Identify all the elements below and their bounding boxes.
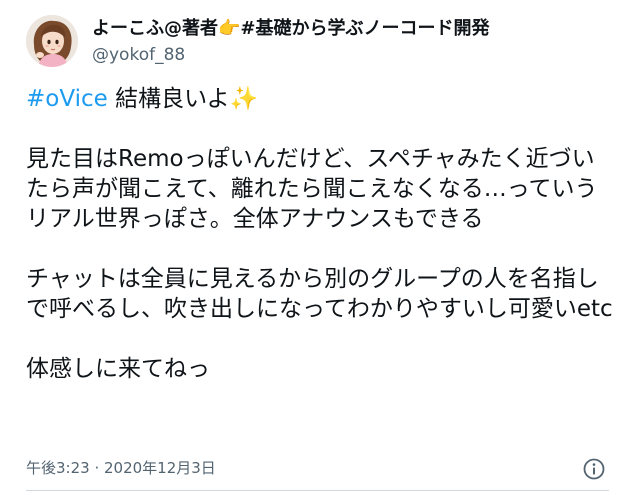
tweet-card: よーこふ@著者👉#基礎から学ぶノーコード開発 @yokof_88 #oVice …	[0, 0, 635, 495]
tweet-paragraph: チャットは全員に見えるから別のグループの人を名指しで呼べるし、吹き出しになってわ…	[26, 266, 613, 322]
info-circle-icon	[583, 458, 605, 480]
info-button[interactable]	[582, 457, 606, 481]
tweet-paragraph: 体感しに来てねっ	[26, 356, 210, 382]
tweet-first-line: #oVice 結構良いよ✨	[26, 84, 616, 114]
avatar[interactable]	[26, 15, 78, 67]
hashtag-link[interactable]: #oVice	[26, 86, 108, 112]
tweet-timestamp[interactable]: 午後3:23 · 2020年12月3日	[26, 458, 216, 478]
tweet-text: #oVice 結構良いよ✨ 見た目はRemoっぽいんだけど、スペチャみたく近づい…	[26, 84, 616, 384]
divider	[26, 490, 609, 491]
avatar-illustration-icon	[26, 15, 78, 67]
author-handle[interactable]: @yokof_88	[92, 44, 490, 66]
author-display-name[interactable]: よーこふ@著者👉#基礎から学ぶノーコード開発	[92, 17, 490, 41]
tweet-paragraph: 見た目はRemoっぽいんだけど、スペチャみたく近づいたら声が聞こえて、離れたら聞…	[26, 146, 598, 232]
tweet-header: よーこふ@著者👉#基礎から学ぶノーコード開発 @yokof_88	[26, 8, 490, 74]
author-names: よーこふ@著者👉#基礎から学ぶノーコード開発 @yokof_88	[92, 17, 490, 66]
first-line-text: 結構良いよ✨	[107, 86, 259, 112]
